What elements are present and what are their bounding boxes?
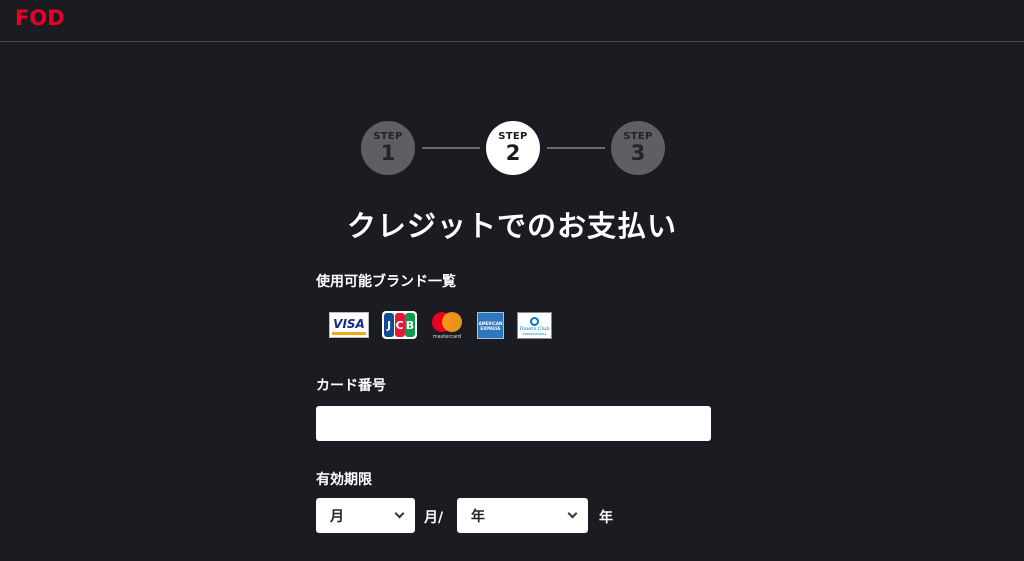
jcb-logo-icon: J C B [382, 311, 417, 339]
step-number: 1 [380, 141, 396, 165]
step-2: STEP 2 [486, 121, 540, 175]
diners-ring [530, 316, 539, 326]
amex-text: AMERICAN EXPRESS [478, 320, 503, 331]
stepper: STEP 1 STEP 2 STEP 3 [361, 121, 665, 176]
step-3: STEP 3 [611, 121, 665, 175]
card-number-input[interactable] [316, 406, 711, 441]
step-connector [422, 147, 480, 149]
header: FOD [0, 0, 1024, 42]
diners-subtext: INTERNATIONAL [522, 331, 547, 336]
jcb-letter: B [405, 313, 415, 337]
amex-logo-icon: AMERICAN EXPRESS [477, 312, 504, 339]
page-title: クレジットでのお支払い [346, 209, 677, 243]
jcb-letter: C [394, 313, 405, 337]
step-number: 2 [505, 141, 521, 165]
step-1: STEP 1 [361, 121, 415, 175]
year-unit-label: 年 [599, 510, 613, 526]
expiry-month-value: 月 [330, 508, 344, 525]
visa-logo-icon: VISA [329, 312, 369, 338]
mastercard-yellow-circle [442, 312, 462, 332]
mastercard-text: mastercard [432, 334, 462, 340]
diners-logo-icon: Diners Club INTERNATIONAL [517, 312, 552, 339]
step-connector [547, 147, 605, 149]
visa-text: VISA [333, 316, 365, 331]
expiry-label: 有効期限 [316, 472, 372, 488]
month-unit-label: 月/ [424, 510, 444, 526]
card-number-label: カード番号 [316, 378, 386, 394]
mastercard-logo-icon: mastercard [429, 310, 465, 340]
step-number: 3 [630, 141, 646, 165]
fod-logo[interactable]: FOD [15, 6, 65, 30]
chevron-down-icon [567, 508, 578, 519]
jcb-letter: J [384, 313, 394, 337]
expiry-month-select[interactable]: 月 [316, 498, 415, 533]
chevron-down-icon [394, 508, 405, 519]
visa-stripe [332, 332, 366, 335]
expiry-year-value: 年 [471, 508, 485, 525]
expiry-year-select[interactable]: 年 [457, 498, 588, 533]
brands-label: 使用可能ブランド一覧 [316, 274, 456, 290]
